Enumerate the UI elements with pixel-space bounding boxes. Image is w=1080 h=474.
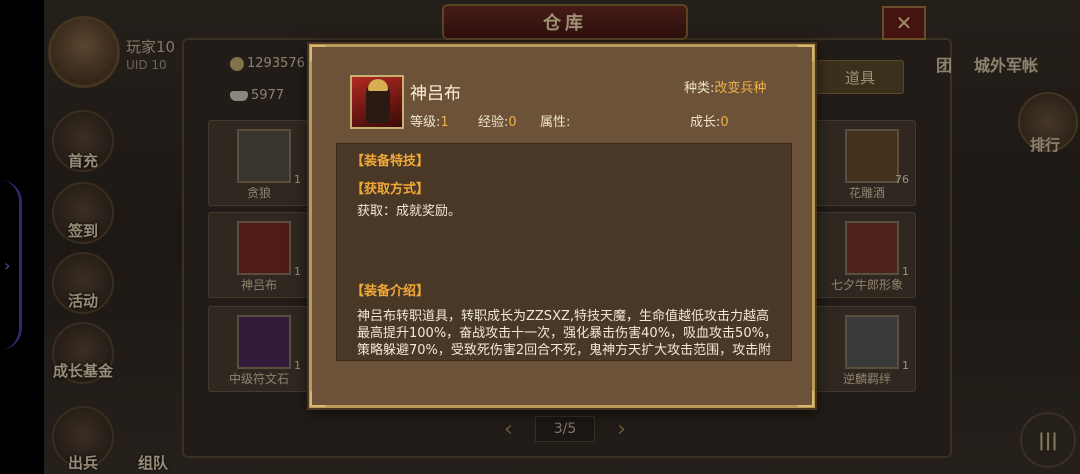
stat-growth: 成长:0 <box>690 111 729 130</box>
stat-attr: 属性: <box>540 111 570 130</box>
attr-label: 属性: <box>540 115 571 130</box>
acquire-text: 获取：成就奖励。 <box>357 204 462 219</box>
skill-header: 【装备特技】 <box>351 154 430 169</box>
item-description-panel[interactable]: 【装备特技】 【获取方式】 获取：成就奖励。 【装备介绍】 神吕布转职道具，转职… <box>336 143 792 361</box>
type-label: 种类: <box>684 81 715 96</box>
item-type: 种类:改变兵种 <box>684 77 766 96</box>
exp-label: 经验: <box>478 115 509 130</box>
frame-corner <box>310 45 326 61</box>
frame-corner <box>798 45 814 61</box>
frame-corner <box>310 391 326 407</box>
exp-value: 0 <box>508 115 517 130</box>
item-name-title: 神吕布 <box>410 84 461 104</box>
portrait-helmet <box>368 79 388 91</box>
intro-header: 【装备介绍】 <box>351 284 430 299</box>
intro-text: 神吕布转职道具，转职成长为ZZSXZ,特技天魔，生命值越低攻击力越高最高提升10… <box>357 309 777 358</box>
growth-value: 0 <box>720 115 729 130</box>
level-value: 1 <box>440 115 449 130</box>
item-detail-modal: 神吕布 种类:改变兵种 等级:1 经验:0 属性: 成长:0 【装备特技】 【获… <box>309 44 815 408</box>
level-label: 等级: <box>410 115 441 130</box>
stat-exp: 经验:0 <box>478 111 517 130</box>
item-portrait <box>350 75 404 129</box>
acquire-header: 【获取方式】 <box>351 182 430 197</box>
stat-level: 等级:1 <box>410 111 449 130</box>
type-value: 改变兵种 <box>714 81 767 96</box>
growth-label: 成长: <box>690 115 721 130</box>
frame-corner <box>798 391 814 407</box>
